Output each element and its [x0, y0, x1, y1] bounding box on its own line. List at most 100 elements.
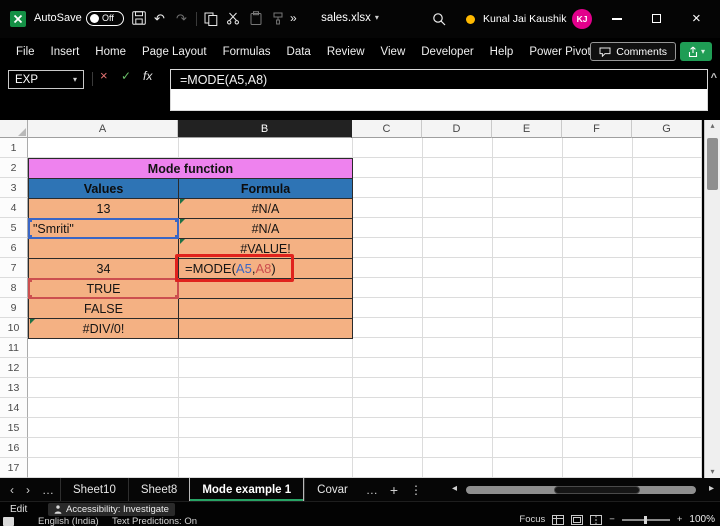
- column-header-a[interactable]: A: [28, 120, 178, 138]
- row-header-15[interactable]: 15: [0, 418, 28, 438]
- row-header-9[interactable]: 9: [0, 298, 28, 318]
- avatar[interactable]: KJ: [572, 9, 592, 29]
- menu-help[interactable]: Help: [482, 46, 522, 58]
- chevron-down-icon[interactable]: ▾: [73, 76, 77, 84]
- sheet-tab-mode-example-1[interactable]: Mode example 1: [189, 478, 304, 501]
- vertical-scrollbar-thumb[interactable]: [707, 138, 718, 190]
- selection-handle[interactable]: [175, 218, 179, 222]
- menu-file[interactable]: File: [8, 46, 43, 58]
- formula-bar-expanded-area[interactable]: [171, 89, 707, 110]
- sheet-tab-sheet8[interactable]: Sheet8: [128, 478, 189, 501]
- cell-a9[interactable]: FALSE: [28, 298, 179, 319]
- menu-formulas[interactable]: Formulas: [215, 46, 279, 58]
- comments-button[interactable]: Comments: [590, 42, 676, 61]
- search-icon[interactable]: [432, 12, 446, 26]
- focus-button[interactable]: Focus: [519, 514, 545, 525]
- select-all-button[interactable]: [0, 120, 28, 138]
- new-sheet-icon[interactable]: +: [384, 478, 404, 501]
- undo-icon[interactable]: ↶: [154, 12, 165, 25]
- keyboard-icon[interactable]: [3, 517, 14, 526]
- cell-a10[interactable]: #DIV/0!: [28, 318, 179, 339]
- cell-b3[interactable]: Formula: [178, 178, 353, 199]
- row-header-6[interactable]: 6: [0, 238, 28, 258]
- cell-a7[interactable]: 34: [28, 258, 179, 279]
- row-header-16[interactable]: 16: [0, 438, 28, 458]
- row-header-8[interactable]: 8: [0, 278, 28, 298]
- menu-data[interactable]: Data: [279, 46, 319, 58]
- column-header-g[interactable]: G: [632, 120, 702, 138]
- cell-b5[interactable]: #N/A: [178, 218, 353, 239]
- cell-b4[interactable]: #N/A: [178, 198, 353, 219]
- column-header-b[interactable]: B: [178, 120, 352, 138]
- share-button[interactable]: ▾: [680, 42, 712, 61]
- sheet-nav-left-icon[interactable]: ‹: [4, 478, 20, 501]
- selection-handle[interactable]: [28, 218, 32, 222]
- row-header-12[interactable]: 12: [0, 358, 28, 378]
- row-header-14[interactable]: 14: [0, 398, 28, 418]
- zoom-slider[interactable]: [622, 519, 670, 521]
- normal-view-icon[interactable]: [552, 515, 564, 525]
- column-header-f[interactable]: F: [562, 120, 632, 138]
- scroll-left-icon[interactable]: ◂: [452, 484, 457, 494]
- cell-a2-title[interactable]: Mode function: [28, 158, 353, 179]
- scroll-right-icon[interactable]: ▸: [709, 484, 714, 494]
- menu-home[interactable]: Home: [87, 46, 134, 58]
- text-predictions-indicator[interactable]: Text Predictions: On: [112, 517, 197, 526]
- menu-review[interactable]: Review: [319, 46, 373, 58]
- autosave-toggle[interactable]: Off: [86, 11, 124, 26]
- sheet-tab-sheet10[interactable]: Sheet10: [60, 478, 128, 501]
- selection-handle[interactable]: [28, 235, 32, 239]
- zoom-slider-knob[interactable]: [644, 516, 647, 524]
- page-layout-view-icon[interactable]: [571, 515, 583, 525]
- cell-mode-indicator[interactable]: Edit: [10, 505, 27, 515]
- accessibility-status[interactable]: Accessibility: Investigate: [48, 503, 175, 516]
- row-header-17[interactable]: 17: [0, 458, 28, 478]
- selection-handle[interactable]: [175, 235, 179, 239]
- redo-icon[interactable]: ↷: [176, 12, 187, 25]
- enter-icon[interactable]: ✓: [121, 70, 131, 82]
- row-header-10[interactable]: 10: [0, 318, 28, 338]
- cell-a3[interactable]: Values: [28, 178, 179, 199]
- maximize-button[interactable]: [652, 14, 661, 23]
- row-header-1[interactable]: 1: [0, 138, 28, 158]
- horizontal-scrollbar-track[interactable]: [466, 486, 696, 494]
- zoom-out-icon[interactable]: −: [609, 514, 615, 525]
- insert-function-icon[interactable]: fx: [143, 70, 152, 82]
- cell-b9[interactable]: [178, 298, 353, 319]
- tab-overflow-icon[interactable]: …: [36, 478, 60, 501]
- selection-handle[interactable]: [28, 295, 32, 299]
- row-header-5[interactable]: 5: [0, 218, 28, 238]
- cell-a6[interactable]: [28, 238, 179, 259]
- close-button[interactable]: ×: [692, 11, 701, 26]
- cancel-icon[interactable]: ×: [100, 69, 108, 82]
- sheet-tab-covar[interactable]: Covar: [304, 478, 360, 501]
- row-header-3[interactable]: 3: [0, 178, 28, 198]
- column-header-c[interactable]: C: [352, 120, 422, 138]
- collapse-formula-bar-icon[interactable]: ^: [711, 73, 717, 84]
- language-indicator[interactable]: English (India): [38, 517, 99, 526]
- menu-page-layout[interactable]: Page Layout: [134, 46, 215, 58]
- menu-power-pivot[interactable]: Power Pivot: [521, 46, 598, 58]
- selection-handle[interactable]: [28, 278, 32, 282]
- horizontal-scrollbar-thumb[interactable]: [554, 486, 640, 494]
- scroll-up-icon[interactable]: ▴: [705, 122, 720, 130]
- formula-input[interactable]: =MODE(A5,A8): [170, 69, 708, 111]
- vertical-scrollbar[interactable]: ▴ ▾: [704, 120, 720, 478]
- name-box[interactable]: EXP ▾: [8, 70, 84, 89]
- save-icon[interactable]: [132, 11, 146, 25]
- notification-icon[interactable]: [466, 15, 475, 24]
- selection-handle[interactable]: [175, 295, 179, 299]
- file-name-menu[interactable]: sales.xlsx ▾: [295, 12, 405, 24]
- page-break-view-icon[interactable]: [590, 515, 602, 525]
- cell-a4[interactable]: 13: [28, 198, 179, 219]
- sheet-menu-icon[interactable]: ⋮: [404, 478, 428, 501]
- grid-area[interactable]: Mode function Values Formula 13 #N/A "Sm…: [28, 138, 702, 478]
- column-header-e[interactable]: E: [492, 120, 562, 138]
- sheet-nav-right-icon[interactable]: ›: [20, 478, 36, 501]
- row-header-7[interactable]: 7: [0, 258, 28, 278]
- zoom-in-icon[interactable]: +: [677, 514, 683, 525]
- menu-insert[interactable]: Insert: [43, 46, 88, 58]
- format-painter-icon[interactable]: [272, 12, 284, 25]
- column-header-d[interactable]: D: [422, 120, 492, 138]
- menu-view[interactable]: View: [373, 46, 414, 58]
